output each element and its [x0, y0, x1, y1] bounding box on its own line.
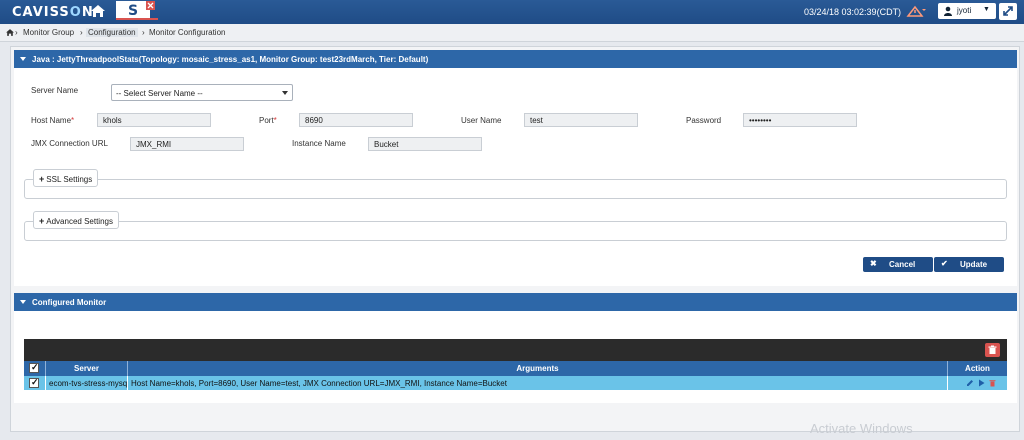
server-name-label: Server Name: [31, 86, 79, 95]
delete-all-button[interactable]: [985, 343, 1000, 357]
breadcrumb-configuration[interactable]: Configuration: [86, 28, 138, 37]
datetime: 03/24/18 03:02:39(CDT): [804, 7, 902, 17]
edit-icon[interactable]: [966, 379, 974, 387]
fullscreen-button[interactable]: [999, 3, 1017, 20]
port-label: Port*: [259, 116, 277, 125]
collapse-icon: [20, 300, 26, 304]
user-name-field[interactable]: test: [524, 113, 638, 127]
user-icon: [944, 6, 952, 16]
advanced-settings-section: [24, 221, 1007, 241]
svg-text:S: S: [128, 3, 138, 19]
host-name-field[interactable]: khols: [97, 113, 211, 127]
column-action: Action: [965, 364, 990, 373]
table-header: Server Arguments Action: [24, 361, 1007, 376]
breadcrumb-separator-icon: ›: [142, 28, 145, 37]
home-icon[interactable]: [90, 3, 106, 19]
cancel-button[interactable]: ✖ Cancel: [863, 257, 933, 272]
advanced-settings-label: Advanced Settings: [46, 217, 113, 226]
alert-icon[interactable]: [906, 4, 926, 18]
breadcrumb-monitor-group[interactable]: Monitor Group: [23, 28, 74, 37]
ssl-settings-section: [24, 179, 1007, 199]
instance-name-field[interactable]: Bucket: [368, 137, 482, 151]
table-toolbar: [24, 339, 1007, 361]
server-name-select[interactable]: -- Select Server Name --: [111, 84, 293, 101]
instance-name-label: Instance Name: [292, 139, 346, 148]
cancel-label: Cancel: [889, 260, 916, 269]
host-name-label: Host Name*: [31, 116, 75, 125]
action-cell: [948, 376, 1007, 390]
configured-monitor-title: Configured Monitor: [32, 298, 107, 307]
chevron-down-icon: [282, 91, 288, 95]
home-icon[interactable]: [5, 28, 15, 37]
column-server[interactable]: Server: [46, 361, 128, 376]
breadcrumb: › Monitor Group › Configuration › Monito…: [0, 24, 1024, 42]
check-icon: ✔: [941, 259, 948, 268]
top-bar: CAVISSON S 03/24/18 03:02:39(CDT) jyoti …: [0, 0, 1024, 24]
configured-monitor-header[interactable]: Configured Monitor: [14, 293, 1017, 311]
ssl-settings-toggle[interactable]: + SSL Settings: [33, 169, 99, 187]
jmx-url-label: JMX Connection URL: [31, 139, 108, 148]
breadcrumb-separator-icon: ›: [15, 28, 18, 37]
password-label: Password: [686, 116, 722, 125]
select-all-checkbox[interactable]: [29, 362, 39, 373]
breadcrumb-monitor-configuration: Monitor Configuration: [149, 28, 226, 37]
column-arguments[interactable]: Arguments: [128, 361, 948, 376]
arguments-cell: Host Name=khols, Port=8690, User Name=te…: [128, 376, 948, 390]
advanced-settings-toggle[interactable]: + Advanced Settings: [33, 211, 119, 229]
row-checkbox[interactable]: [29, 377, 39, 388]
java-panel-title: Java : JettyThreadpoolStats(Topology: mo…: [32, 55, 429, 64]
row-select-cell: [24, 376, 46, 390]
java-panel-header[interactable]: Java : JettyThreadpoolStats(Topology: mo…: [14, 50, 1017, 68]
update-label: Update: [960, 260, 988, 269]
select-all-cell: [24, 361, 46, 376]
activate-windows-watermark: Activate Windows: [810, 421, 913, 436]
trash-icon: [988, 345, 997, 354]
table-row[interactable]: ecom-tvs-stress-mysql Host Name=khols, P…: [24, 376, 1007, 390]
update-button[interactable]: ✔ Update: [934, 257, 1004, 272]
plus-icon: +: [39, 174, 45, 184]
trash-icon[interactable]: [989, 379, 996, 387]
product-s-logo[interactable]: S: [116, 1, 158, 20]
user-name-label: User Name: [461, 116, 502, 125]
cavisson-logo: CAVISSON: [12, 5, 94, 20]
password-field[interactable]: ••••••••: [743, 113, 857, 127]
caret-down-icon: ▼: [983, 6, 990, 13]
ssl-settings-label: SSL Settings: [46, 175, 93, 184]
port-field[interactable]: 8690: [299, 113, 413, 127]
plus-icon: +: [39, 216, 45, 226]
server-name-select-value: -- Select Server Name --: [116, 89, 203, 98]
expand-icon: [1003, 6, 1013, 16]
breadcrumb-separator-icon: ›: [80, 28, 83, 37]
jmx-url-field[interactable]: JMX_RMI: [130, 137, 244, 151]
play-icon[interactable]: [978, 379, 985, 387]
server-cell: ecom-tvs-stress-mysql: [46, 376, 128, 390]
collapse-icon: [20, 57, 26, 61]
user-menu-button[interactable]: jyoti ▼: [938, 3, 996, 19]
close-icon: ✖: [870, 259, 877, 268]
user-name: jyoti: [957, 6, 972, 15]
